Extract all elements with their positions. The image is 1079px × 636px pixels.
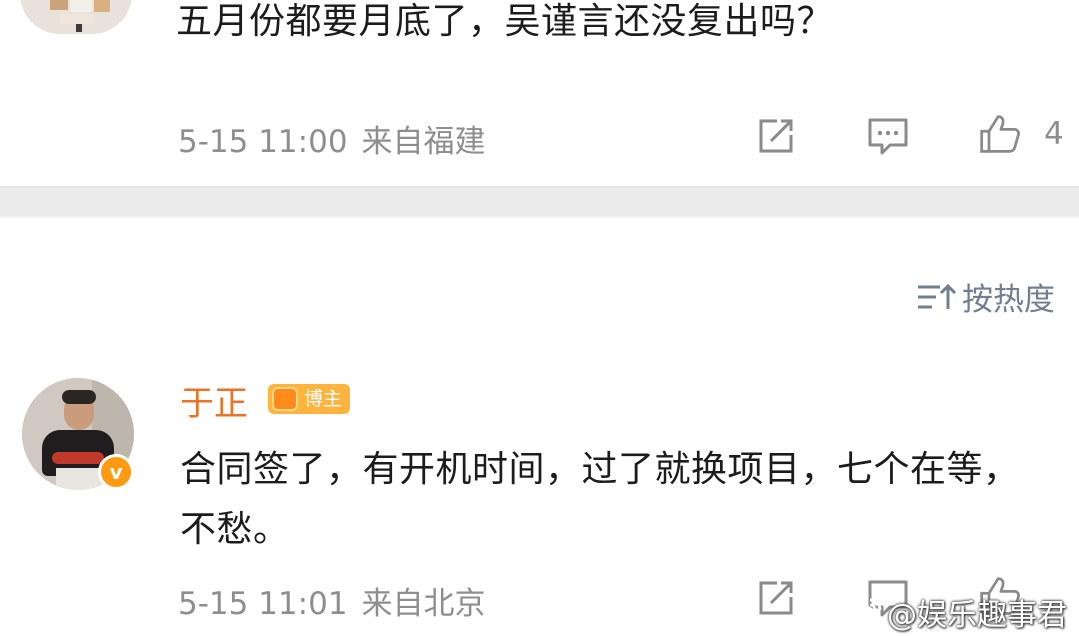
reply-time: 5-15 11:01	[178, 586, 348, 622]
share-button[interactable]	[754, 576, 798, 620]
author-name[interactable]: 于正	[180, 376, 248, 425]
comment-text: 五月份都要月底了，吴谨言还没复出吗？	[176, 1, 834, 42]
sort-by-hot-button[interactable]: 按热度	[916, 274, 1055, 319]
watermark: @娱乐趣事君	[843, 590, 1067, 634]
share-button[interactable]	[754, 114, 798, 158]
blogger-badge: 博主	[268, 384, 351, 414]
comment-time: 5-15 11:00	[178, 124, 348, 160]
avatar[interactable]	[20, 0, 132, 34]
like-count: 4	[1044, 116, 1064, 152]
watermark-text: @娱乐趣事君	[887, 598, 1067, 633]
badge-icon	[272, 387, 298, 411]
comment-button[interactable]	[866, 114, 910, 158]
section-divider	[0, 186, 1079, 218]
like-button[interactable]	[978, 112, 1022, 156]
comment-page: 五月份都要月底了，吴谨言还没复出吗？ 5-15 11:00 来自福建 4 按热度	[0, 0, 1079, 636]
comment-location: 来自福建	[361, 124, 486, 160]
verified-badge: v	[98, 454, 134, 490]
share-icon	[759, 119, 793, 153]
badge-label: 博主	[304, 388, 343, 410]
sort-label: 按热度	[962, 282, 1055, 318]
reply-text: 合同签了，有开机时间，过了就换项目，七个在等，不愁。	[180, 449, 1020, 550]
comment-meta: 5-15 11:00 来自福建	[178, 116, 486, 161]
reply-location: 来自北京	[361, 586, 486, 622]
share-icon	[759, 581, 793, 615]
reply-meta: 5-15 11:01 来自北京	[178, 578, 486, 623]
weibo-logo-icon	[843, 598, 882, 628]
like-icon	[980, 115, 1020, 153]
comment-icon	[868, 118, 908, 155]
sort-icon	[918, 283, 956, 309]
